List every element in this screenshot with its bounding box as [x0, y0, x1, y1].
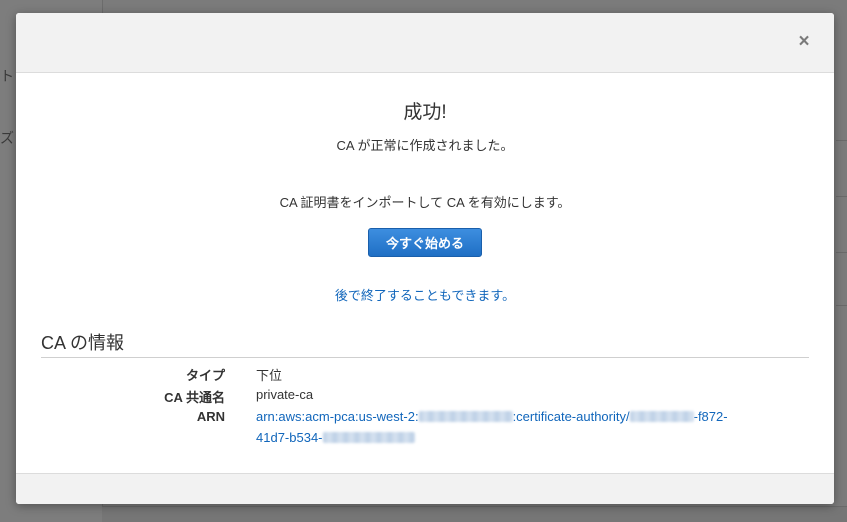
background-divider — [836, 305, 847, 306]
background-divider — [836, 140, 847, 141]
arn-text: arn:aws:acm-pca:us-west-2: — [256, 409, 419, 424]
import-instruction: CA 証明書をインポートして CA を有効にします。 — [279, 195, 571, 210]
background-text-fragment: ズ — [0, 130, 14, 146]
background-divider — [836, 196, 847, 197]
modal-footer — [16, 473, 834, 504]
finish-later-link[interactable]: 後で終了することもできます。 — [16, 285, 834, 304]
success-message: CA が正常に作成されました。 — [336, 138, 514, 153]
arn-text: 41d7-b534- — [256, 430, 323, 445]
redacted-account-id — [418, 411, 513, 422]
arn-value-line-1[interactable]: arn:aws:acm-pca:us-west-2: :certificate-a… — [256, 409, 728, 424]
arn-label: ARN — [196, 409, 225, 424]
ca-info-heading: CA の情報 — [41, 333, 125, 353]
close-icon[interactable]: × — [796, 32, 812, 52]
common-name-label: CA 共通名 — [164, 390, 225, 405]
section-divider — [41, 357, 809, 358]
background-text-fragment: ト — [0, 68, 14, 84]
background-bottom-bar — [102, 506, 847, 522]
redacted-id-segment — [629, 411, 694, 422]
type-value: 下位 — [256, 368, 283, 383]
start-now-button[interactable]: 今すぐ始める — [368, 228, 482, 257]
success-modal: × 成功! CA が正常に作成されました。 CA 証明書をインポートして CA … — [16, 13, 834, 504]
arn-text: -f872- — [693, 409, 728, 424]
success-title: 成功! — [403, 102, 447, 123]
type-label: タイプ — [185, 368, 225, 383]
arn-value-line-2[interactable]: 41d7-b534- — [256, 430, 415, 445]
common-name-value: private-ca — [256, 387, 314, 402]
background-divider — [836, 252, 847, 253]
redacted-id-segment — [322, 432, 415, 443]
arn-text: :certificate-authority/ — [512, 409, 630, 424]
modal-header: × — [16, 13, 834, 73]
